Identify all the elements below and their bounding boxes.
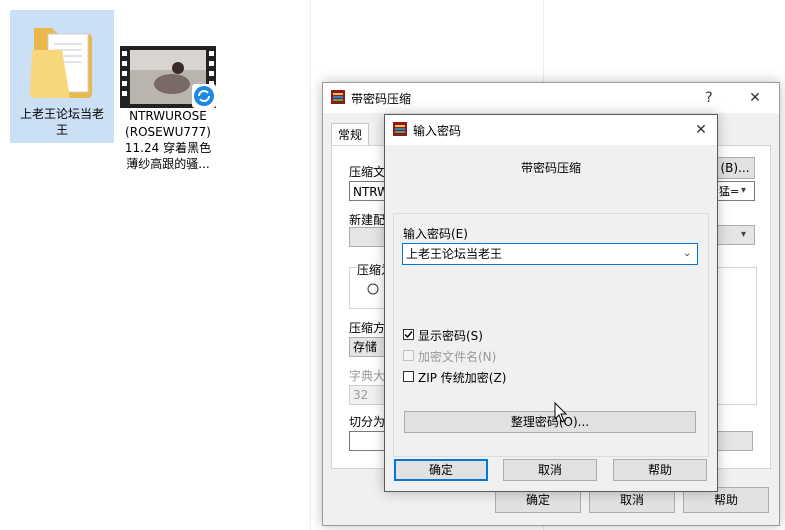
help-title-button[interactable]: ? [697,87,721,109]
encrypt-filenames-checkbox[interactable] [403,350,414,361]
archive-dialog-titlebar: 带密码压缩 ? ✕ [323,83,779,113]
password-dialog-title: 输入密码 [413,124,462,138]
desktop-folder-item[interactable]: 上老王论坛当老 王 [10,10,114,143]
close-button[interactable]: ✕ [689,119,713,141]
archive-name-label: 压缩文 [349,165,386,179]
password-value: 上老王论坛当老王 [406,247,503,261]
update-mode-value: 猛= [719,185,740,198]
chevron-down-icon: ▾ [741,185,747,196]
chevron-down-icon: ⌄ [683,248,692,259]
method-combo[interactable]: 存储 [349,337,389,357]
winrar-icon [393,122,407,136]
folder-label-line: 上老王论坛当老 [19,107,104,121]
video-label-line: (ROSEWU777) [125,125,211,139]
mouse-cursor-icon [554,402,568,423]
folder-icon [30,28,92,98]
radio-button[interactable] [367,283,379,295]
ok-button[interactable]: 确定 [394,459,488,481]
enter-password-label: 输入密码(E) [403,227,468,241]
split-unit-combo[interactable] [715,431,753,451]
password-dialog: 输入密码 ✕ 带密码压缩 输入密码(E) 上老王论坛当老王 ⌄ 显示密码(S) … [384,114,718,492]
winrar-icon [331,90,345,104]
help-button[interactable]: 帮助 [613,459,707,481]
tab-general[interactable]: 常规 [331,123,370,146]
background-line [310,0,311,530]
method-label: 压缩方 [349,321,386,335]
split-label: 切分为 [349,415,386,429]
encrypt-filenames-label: 加密文件名(N) [418,350,497,364]
cancel-button[interactable]: 取消 [503,459,597,481]
password-input[interactable]: 上老王论坛当老王 [402,243,698,265]
show-password-checkbox[interactable] [403,329,414,340]
profile-label: 新建配 [349,213,386,227]
split-field[interactable] [349,431,389,451]
method-value: 存储 [353,340,378,354]
dict-size-combo[interactable]: 32 [349,385,389,405]
organize-passwords-button[interactable]: 整理密码(O)... [404,411,696,433]
archive-name-field[interactable]: NTRWU [349,181,389,201]
password-dialog-heading: 带密码压缩 [520,161,581,175]
profile-combo-right[interactable] [715,225,755,245]
video-label-line: NTRWUROSE [129,109,207,123]
close-button[interactable]: ✕ [743,87,767,109]
profile-combo[interactable] [349,227,389,247]
checkmark-icon [404,331,413,339]
archive-dialog-title: 带密码压缩 [351,92,412,106]
browse-button[interactable]: (B)... [715,157,755,179]
zip-legacy-label: ZIP 传统加密(Z) [418,371,507,385]
show-password-label: 显示密码(S) [418,329,483,343]
update-mode-combo[interactable]: 猛= [715,181,755,201]
dict-size-value: 32 [353,388,369,402]
sync-badge-icon [192,84,216,108]
chevron-down-icon: ▾ [741,229,747,240]
folder-label-line: 王 [55,123,68,137]
desktop-video-item[interactable]: NTRWUROSE (ROSEWU777) 11.24 穿着黑色 薄纱高跟的骚.… [118,10,218,180]
dict-size-label: 字典大 [349,369,386,383]
video-label-line: 11.24 穿着黑色 [124,141,212,155]
video-label-line: 薄纱高跟的骚... [126,157,210,171]
zip-legacy-checkbox[interactable] [403,371,414,382]
password-dialog-titlebar: 输入密码 ✕ [385,115,717,145]
options-panel [715,267,757,405]
